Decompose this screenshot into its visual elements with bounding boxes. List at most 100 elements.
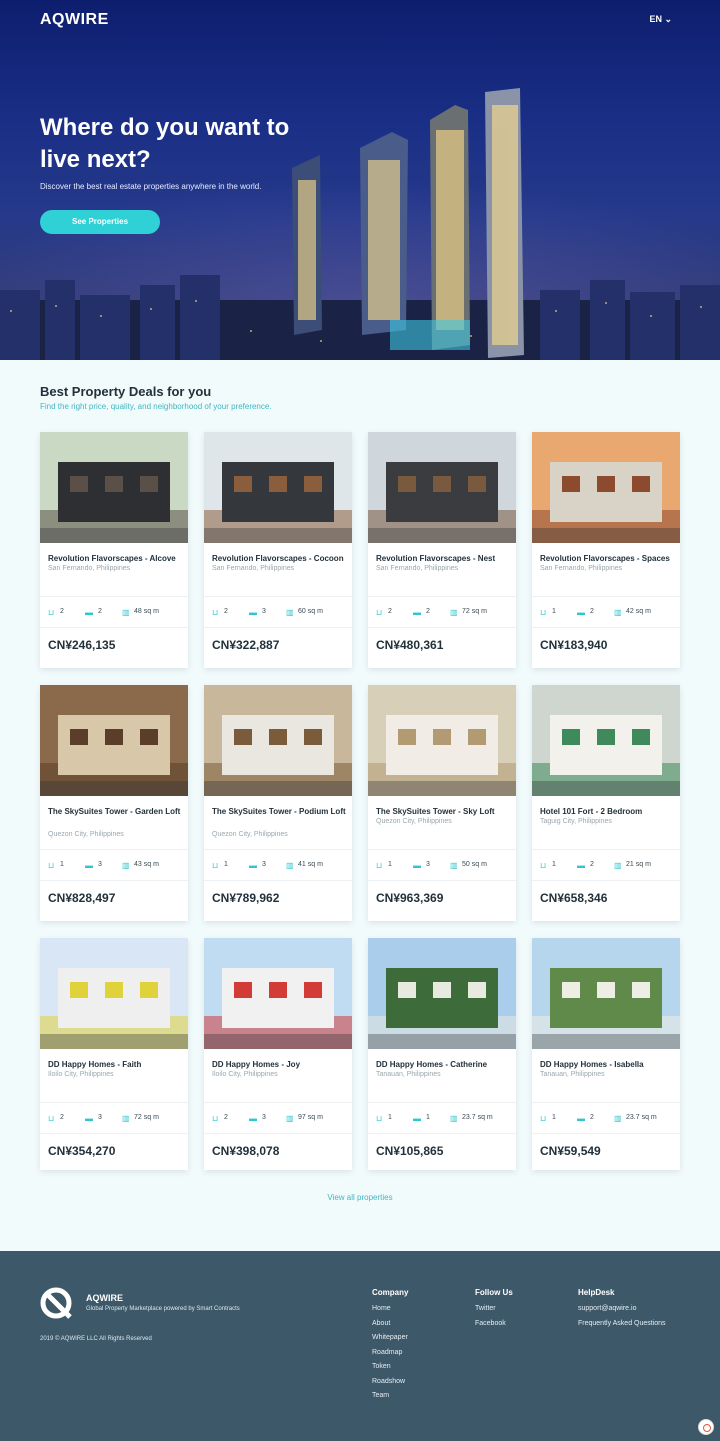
property-name[interactable]: Hotel 101 Fort - 2 Bedroom <box>540 806 674 818</box>
footer-copyright: 2019 © AQWIRE LLC All Rights Reserved <box>40 1336 152 1342</box>
bath-count: 1 <box>552 1114 556 1121</box>
property-photo[interactable] <box>40 938 188 1049</box>
view-all-properties-link[interactable]: View all properties <box>0 1193 720 1202</box>
area-icon: ▥ <box>614 861 622 870</box>
property-price: CN¥828,497 <box>48 891 116 905</box>
floor-area: 23.7 sq m <box>626 1114 657 1121</box>
property-card[interactable]: DD Happy Homes - Joy Iloilo City, Philip… <box>204 938 352 1170</box>
property-name[interactable]: The SkySuites Tower - Sky Loft <box>376 806 510 818</box>
property-name[interactable]: DD Happy Homes - Catherine <box>376 1059 510 1071</box>
footer-link-team[interactable]: Team <box>372 1389 408 1404</box>
bed-count: 2 <box>590 608 594 615</box>
property-photo[interactable] <box>40 685 188 796</box>
bath-count: 1 <box>552 608 556 615</box>
floor-area: 72 sq m <box>462 608 487 615</box>
property-card[interactable]: The SkySuites Tower - Sky Loft Quezon Ci… <box>368 685 516 921</box>
property-price: CN¥183,940 <box>540 638 608 652</box>
property-photo[interactable] <box>368 432 516 543</box>
property-photo[interactable] <box>368 685 516 796</box>
property-photo[interactable] <box>532 938 680 1049</box>
area-icon: ▥ <box>122 1114 130 1123</box>
property-location: Quezon City, Philippines <box>376 818 452 825</box>
aqwire-logo-icon <box>40 1287 72 1319</box>
property-price: CN¥354,270 <box>48 1144 116 1158</box>
language-selector[interactable]: EN ⌄ <box>649 14 672 25</box>
bed-icon: ▬ <box>249 1114 257 1123</box>
bed-icon: ▬ <box>413 861 421 870</box>
bed-icon: ▬ <box>577 861 585 870</box>
footer-link-about[interactable]: About <box>372 1317 408 1332</box>
property-name[interactable]: Revolution Flavorscapes - Cocoon <box>212 553 346 565</box>
property-location: San Fernando, Philippines <box>48 565 131 572</box>
property-photo[interactable] <box>204 685 352 796</box>
see-properties-button[interactable]: See Properties <box>40 210 160 234</box>
property-card[interactable]: The SkySuites Tower - Garden Loft Quezon… <box>40 685 188 921</box>
bed-count: 3 <box>262 1114 266 1121</box>
hero-banner: AQWIRE EN ⌄ Where do you want to live ne… <box>0 0 720 360</box>
floor-area: 60 sq m <box>298 608 323 615</box>
footer-brand: AQWIRE <box>86 1293 123 1303</box>
footer-link-roadshow[interactable]: Roadshow <box>372 1375 408 1390</box>
bathtub-icon: ⊔ <box>376 861 383 870</box>
hero-title: Where do you want to live next? <box>40 114 290 173</box>
property-card[interactable]: Revolution Flavorscapes - Alcove San Fer… <box>40 432 188 668</box>
footer-link-whitepaper[interactable]: Whitepaper <box>372 1331 408 1346</box>
footer-link-faq[interactable]: Frequently Asked Questions <box>578 1317 666 1332</box>
bathtub-icon: ⊔ <box>540 861 547 870</box>
property-photo[interactable] <box>204 432 352 543</box>
property-name[interactable]: Revolution Flavorscapes - Alcove <box>48 553 182 565</box>
bed-icon: ▬ <box>249 861 257 870</box>
help-chat-icon[interactable] <box>698 1419 714 1435</box>
bath-count: 2 <box>224 608 228 615</box>
bed-count: 3 <box>426 861 430 868</box>
property-card[interactable]: DD Happy Homes - Faith Iloilo City, Phil… <box>40 938 188 1170</box>
property-features: ⊔ 2 ▬ 3 ▥ 97 sq m <box>204 1102 352 1134</box>
property-card[interactable]: Hotel 101 Fort - 2 Bedroom Taguig City, … <box>532 685 680 921</box>
property-name[interactable]: The SkySuites Tower - Podium Loft <box>212 806 346 818</box>
property-photo[interactable] <box>532 432 680 543</box>
property-location: Quezon City, Philippines <box>212 831 288 838</box>
property-name[interactable]: The SkySuites Tower - Garden Loft <box>48 806 182 818</box>
footer-link-roadmap[interactable]: Roadmap <box>372 1346 408 1361</box>
property-card[interactable]: The SkySuites Tower - Podium Loft Quezon… <box>204 685 352 921</box>
area-icon: ▥ <box>286 1114 294 1123</box>
bath-count: 1 <box>388 1114 392 1121</box>
footer-link-home[interactable]: Home <box>372 1302 408 1317</box>
property-photo[interactable] <box>368 938 516 1049</box>
section-subtitle: Find the right price, quality, and neigh… <box>40 402 272 411</box>
property-card[interactable]: DD Happy Homes - Catherine Tanauan, Phil… <box>368 938 516 1170</box>
property-photo[interactable] <box>204 938 352 1049</box>
bath-count: 1 <box>224 861 228 868</box>
footer-tagline: Global Property Marketplace powered by S… <box>86 1306 240 1312</box>
property-price: CN¥480,361 <box>376 638 444 652</box>
property-location: San Fernando, Philippines <box>540 565 623 572</box>
floor-area: 97 sq m <box>298 1114 323 1121</box>
bed-icon: ▬ <box>85 861 93 870</box>
property-location: Iloilo City, Philippines <box>212 1071 278 1078</box>
footer-col-title: Follow Us <box>475 1288 513 1297</box>
property-name[interactable]: DD Happy Homes - Joy <box>212 1059 346 1071</box>
footer-link-facebook[interactable]: Facebook <box>475 1317 513 1332</box>
footer-link-twitter[interactable]: Twitter <box>475 1302 513 1317</box>
property-price: CN¥789,962 <box>212 891 280 905</box>
footer-link-token[interactable]: Token <box>372 1360 408 1375</box>
property-name[interactable]: DD Happy Homes - Faith <box>48 1059 182 1071</box>
property-photo[interactable] <box>532 685 680 796</box>
property-card[interactable]: Revolution Flavorscapes - Spaces San Fer… <box>532 432 680 668</box>
header-logo[interactable]: AQWIRE <box>40 11 109 29</box>
property-name[interactable]: Revolution Flavorscapes - Nest <box>376 553 510 565</box>
footer-link-support-email[interactable]: support@aqwire.io <box>578 1302 666 1317</box>
property-location: Taguig City, Philippines <box>540 818 612 825</box>
property-name[interactable]: DD Happy Homes - Isabella <box>540 1059 674 1071</box>
floor-area: 48 sq m <box>134 608 159 615</box>
floor-area: 43 sq m <box>134 861 159 868</box>
property-name[interactable]: Revolution Flavorscapes - Spaces <box>540 553 674 565</box>
property-card[interactable]: Revolution Flavorscapes - Nest San Ferna… <box>368 432 516 668</box>
property-card[interactable]: Revolution Flavorscapes - Cocoon San Fer… <box>204 432 352 668</box>
footer-col-company: Company Home About Whitepaper Roadmap To… <box>372 1288 408 1404</box>
property-photo[interactable] <box>40 432 188 543</box>
property-card[interactable]: DD Happy Homes - Isabella Tanauan, Phili… <box>532 938 680 1170</box>
area-icon: ▥ <box>122 861 130 870</box>
bath-count: 1 <box>388 861 392 868</box>
bathtub-icon: ⊔ <box>212 608 219 617</box>
